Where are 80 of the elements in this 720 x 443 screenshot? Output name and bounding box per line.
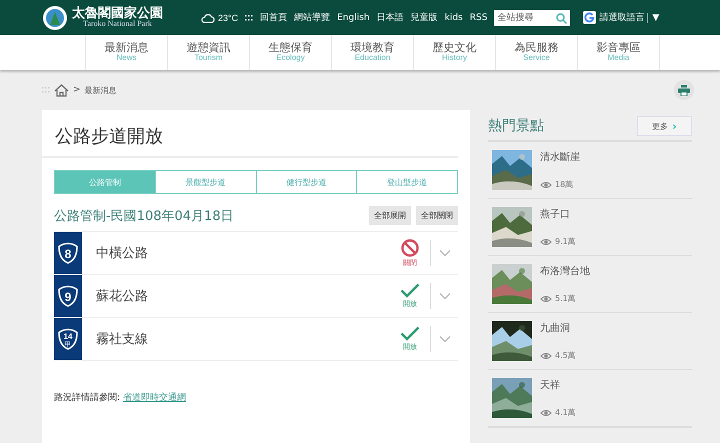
attraction-name: 布洛灣台地 (540, 264, 590, 278)
nav-item[interactable]: 環境教育 Education (331, 35, 413, 70)
breadcrumb-separator: > (73, 85, 81, 95)
attraction-item[interactable]: 九曲洞 4.5萬 (488, 313, 692, 370)
note-text: 路況詳情請參閱: (54, 392, 120, 404)
nav-item[interactable]: 影音專區 Media (577, 35, 660, 70)
header-link[interactable]: 回首頁 (260, 11, 288, 24)
nav-item[interactable]: 最新消息 News (85, 35, 167, 70)
header-link[interactable]: 兒童版 (410, 11, 438, 24)
chevron-down-icon[interactable] (439, 249, 451, 257)
nav-label: 最新消息 (104, 42, 148, 54)
nav-label: 影音專區 (596, 42, 640, 54)
road-name: 蘇花公路 (96, 288, 148, 305)
attraction-name: 天祥 (540, 378, 561, 392)
eye-icon (540, 408, 552, 416)
print-button[interactable] (674, 80, 694, 100)
chevron-down-icon[interactable] (439, 292, 451, 300)
nav-subtitle: Service (523, 54, 550, 63)
emblem-icon (42, 4, 68, 30)
attraction-item[interactable]: 燕子口 9.1萬 (488, 199, 692, 256)
nav-label: 生態保育 (268, 42, 312, 54)
attraction-name: 燕子口 (540, 208, 571, 221)
eye-icon (540, 294, 552, 302)
road-name: 中橫公路 (96, 245, 148, 262)
search-field[interactable]: 全站搜尋 (494, 10, 570, 26)
view-count: 9.1萬 (555, 236, 576, 247)
nav-subtitle: News (116, 54, 136, 63)
sidebar-title: 熱門景點 (488, 117, 544, 135)
eye-icon (540, 180, 552, 188)
temperature-text: 23°C (218, 12, 238, 22)
home-icon (54, 84, 69, 96)
route-badge: 9 (57, 284, 79, 308)
header-link[interactable]: 日本語 (376, 11, 404, 24)
nav-label: 歷史文化 (432, 42, 476, 54)
view-count: 18萬 (555, 179, 574, 190)
header-link[interactable]: RSS (470, 12, 488, 22)
nav-subtitle: Education (354, 54, 390, 63)
nav-label: 環境教育 (350, 42, 394, 54)
eye-icon (540, 238, 552, 246)
nav-item[interactable]: 歷史文化 History (413, 35, 495, 70)
attraction-name: 九曲洞 (540, 322, 571, 335)
page-title: 公路步道開放 (42, 124, 458, 158)
nav-subtitle: Ecology (276, 54, 305, 63)
toggle-button[interactable]: 全部關閉 (416, 206, 458, 225)
section-heading: 公路管制-民國108年04月18日 (54, 208, 234, 224)
nav-item[interactable]: 為民服務 Service (495, 35, 577, 70)
view-count: 4.1萬 (555, 407, 576, 418)
attraction-item[interactable]: 清水斷崖 18萬 (488, 142, 692, 199)
cloud-icon (201, 12, 215, 22)
google-g-icon (583, 11, 596, 24)
eye-icon (540, 352, 552, 360)
route-badge: 8 (57, 242, 79, 264)
breadcrumb-item: 最新消息 (84, 84, 117, 96)
view-count: 5.1萬 (555, 293, 576, 304)
header-link[interactable]: English (337, 12, 370, 22)
attraction-item[interactable]: 布洛灣台地 5.1萬 (488, 256, 692, 313)
header-link[interactable]: 網站導覽 (294, 11, 330, 24)
nav-subtitle: Media (608, 54, 630, 63)
nav-label: 遊憩資訊 (186, 42, 230, 54)
traffic-link[interactable]: 省道即時交通網 (123, 391, 186, 404)
chevron-down-icon[interactable] (439, 335, 451, 343)
search-icon (556, 12, 568, 24)
language-select[interactable]: 請選取語言 (599, 11, 644, 24)
dots-icon (42, 87, 50, 93)
road-name: 霧社支線 (96, 331, 148, 348)
toggle-button[interactable]: 全部展開 (369, 206, 411, 225)
nav-subtitle: Tourism (194, 54, 222, 63)
attraction-name: 清水斷崖 (540, 150, 580, 164)
nav-item[interactable]: 生態保育 Ecology (249, 35, 331, 70)
logo-subtitle: Taroko National Park (83, 20, 152, 28)
header-link[interactable]: kids (444, 12, 463, 22)
logo-text: 太魯閣國家公園 (72, 7, 163, 20)
attraction-item[interactable]: 天祥 4.1萬 (488, 370, 692, 428)
nav-label: 為民服務 (514, 42, 558, 54)
view-count: 4.5萬 (555, 350, 576, 361)
nav-item[interactable]: 遊憩資訊 Tourism (167, 35, 249, 70)
dots-icon (245, 14, 254, 20)
more-button[interactable]: 更多 › (637, 116, 692, 136)
nav-subtitle: History (442, 54, 467, 63)
printer-icon (678, 84, 690, 96)
